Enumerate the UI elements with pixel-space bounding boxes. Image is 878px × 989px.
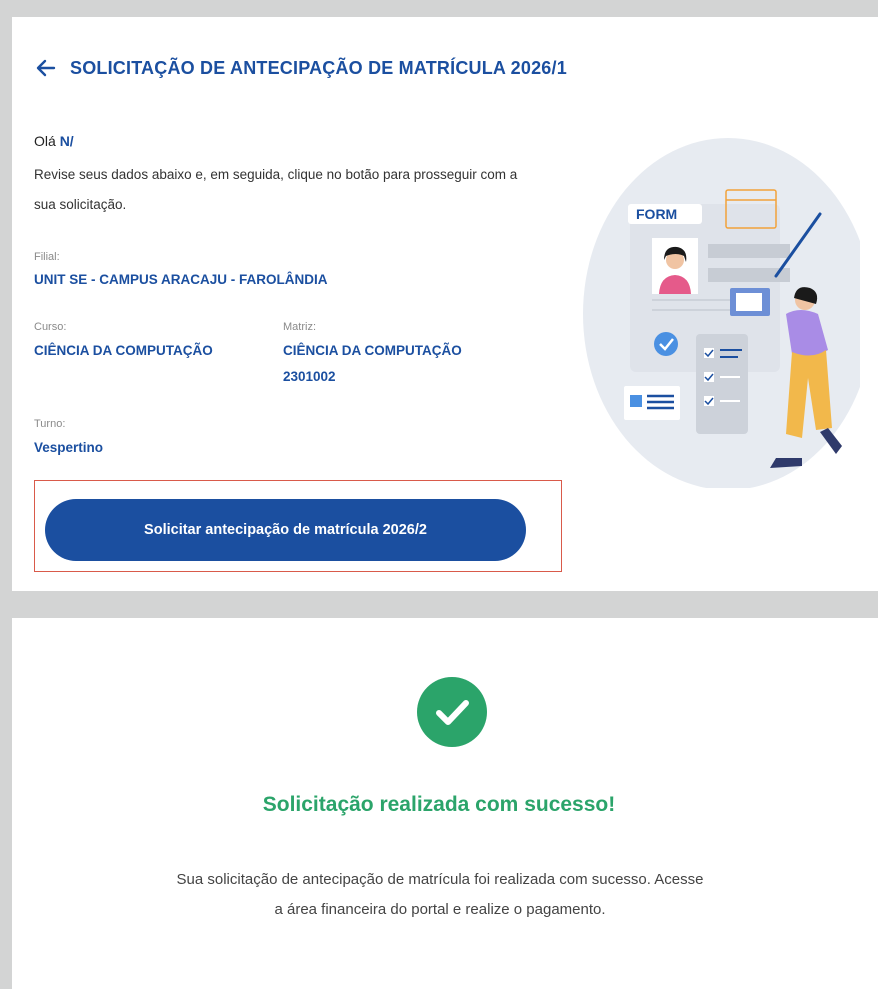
success-message: Sua solicitação de antecipação de matríc… [176, 871, 704, 918]
page-header[interactable]: SOLICITAÇÃO DE ANTECIPAÇÃO DE MATRÍCULA … [34, 56, 567, 80]
check-badge-icon [654, 332, 678, 356]
request-enrollment-button[interactable]: Solicitar antecipação de matrícula 2026/… [45, 499, 526, 561]
greeting: Olá N/ [34, 133, 74, 149]
curso-label: Curso: [34, 321, 67, 333]
matriz-label: Matriz: [283, 321, 316, 333]
form-tag: FORM [636, 206, 677, 222]
page-title: SOLICITAÇÃO DE ANTECIPAÇÃO DE MATRÍCULA … [70, 57, 567, 78]
request-enrollment-button-label: Solicitar antecipação de matrícula 2026/… [144, 522, 427, 538]
success-title: Solicitação realizada com sucesso! [262, 793, 616, 816]
turno-label: Turno: [34, 418, 66, 430]
check-circle-icon [417, 677, 487, 747]
filial-label: Filial: [34, 251, 60, 263]
student-name: N/ [59, 133, 74, 149]
greeting-prefix: Olá [34, 133, 56, 149]
matriz-value: CIÊNCIA DA COMPUTAÇÃO [283, 343, 462, 358]
curso-value: CIÊNCIA DA COMPUTAÇÃO [34, 343, 213, 358]
filial-value: UNIT SE - CAMPUS ARACAJU - FAROLÂNDIA [34, 272, 328, 287]
form-illustration: FORM [583, 138, 860, 488]
matriz-code: 2301002 [283, 369, 336, 384]
turno-value: Vespertino [34, 440, 104, 455]
intro-text: Revise seus dados abaixo e, em seguida, … [34, 167, 518, 212]
arrow-left-icon[interactable] [34, 56, 58, 80]
